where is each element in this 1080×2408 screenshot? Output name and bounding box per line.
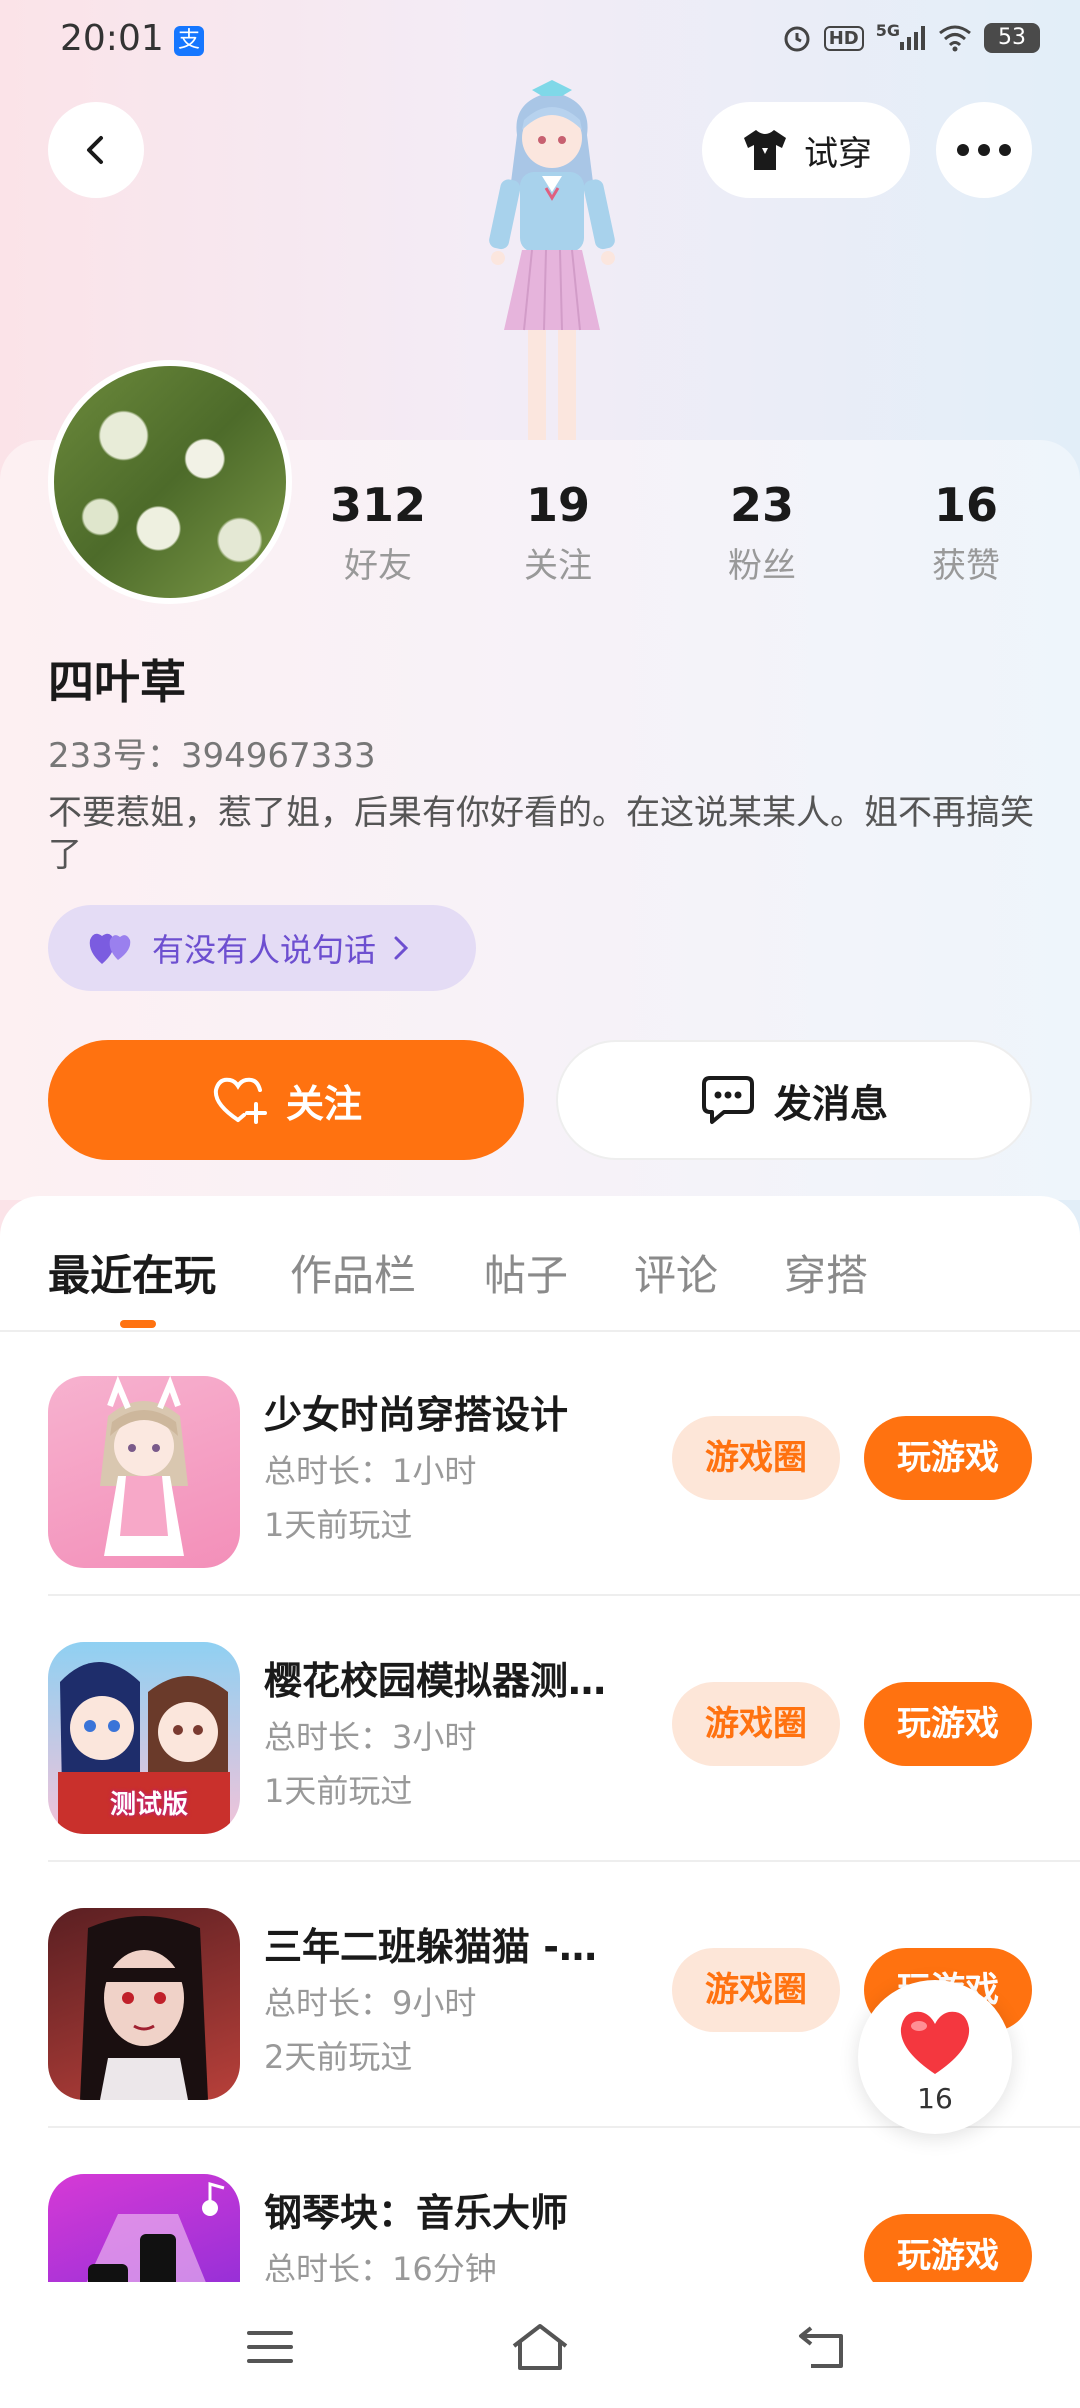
- play-game-button[interactable]: 玩游戏: [864, 1416, 1032, 1500]
- stat-fans[interactable]: 23 粉丝: [682, 478, 842, 587]
- stat-label: 好友: [344, 546, 412, 586]
- game-last-played: 1天前玩过: [264, 1506, 413, 1544]
- stat-label: 关注: [524, 546, 592, 586]
- signal-icon: 5G: [875, 20, 926, 54]
- stat-number: 23: [729, 478, 794, 532]
- alarm-icon: [782, 22, 812, 54]
- active-tab-indicator: [120, 1320, 156, 1328]
- return-icon: [799, 2326, 843, 2368]
- message-label: 发消息: [773, 1081, 888, 1126]
- chat-bubble-icon: [701, 1076, 754, 1124]
- content-tabs: 最近在玩 作品栏 帖子 评论 穿搭: [0, 1196, 1080, 1332]
- game-list-item[interactable]: 少女时尚穿搭设计 总时长：1小时 1天前玩过 游戏圈 玩游戏: [0, 1330, 1080, 1596]
- heart-icon: [900, 2011, 970, 2074]
- game-circle-button[interactable]: 游戏圈: [672, 1682, 840, 1766]
- status-bar: 20:01 支 HD 5G 53: [0, 0, 1080, 84]
- tab-works[interactable]: 作品栏: [290, 1242, 416, 1303]
- stat-number: 16: [933, 478, 998, 532]
- avatar[interactable]: [48, 360, 292, 604]
- game-circle-button[interactable]: 游戏圈: [672, 1948, 840, 2032]
- home-nav-button[interactable]: [500, 2312, 580, 2382]
- status-time: 20:01: [60, 18, 164, 59]
- tab-comments[interactable]: 评论: [634, 1242, 718, 1303]
- tshirt-icon: [744, 130, 786, 170]
- follow-label: 关注: [285, 1081, 362, 1126]
- more-dots-icon: [957, 144, 1011, 156]
- battery-icon: 53: [984, 23, 1040, 53]
- like-float-button[interactable]: 16: [858, 1980, 1012, 2134]
- play-game-button[interactable]: 玩游戏: [864, 1682, 1032, 1766]
- status-icons: HD 5G 53: [782, 20, 1040, 54]
- game-title: 三年二班躲猫猫 -…: [264, 1925, 598, 1969]
- system-navigation-bar: [0, 2282, 1080, 2408]
- game-icon-fashion[interactable]: [48, 1376, 240, 1568]
- game-circle-button[interactable]: 游戏圈: [672, 1416, 840, 1500]
- avatar-figure[interactable]: [462, 80, 642, 440]
- stat-following[interactable]: 19 关注: [478, 478, 638, 587]
- hd-icon: HD: [823, 22, 864, 54]
- double-heart-icon: [89, 933, 131, 964]
- stat-friends[interactable]: 312 好友: [298, 478, 458, 587]
- game-last-played: 1天前玩过: [264, 1772, 413, 1810]
- game-duration: 总时长：9小时: [264, 1984, 477, 2022]
- tab-recent-play[interactable]: 最近在玩: [48, 1242, 216, 1303]
- profile-bio: 不要惹姐，惹了姐，后果有你好看的。在这说某某人。姐不再搞笑了: [48, 793, 1034, 875]
- try-on-label: 试穿: [804, 133, 872, 174]
- message-button[interactable]: 发消息: [556, 1040, 1032, 1160]
- tab-posts[interactable]: 帖子: [484, 1242, 568, 1303]
- game-duration: 总时长：1小时: [264, 1452, 477, 1490]
- game-title: 钢琴块：音乐大师: [264, 2191, 569, 2235]
- mood-status-button[interactable]: 有没有人说句话: [48, 905, 476, 991]
- test-version-badge: 测试版: [110, 1790, 189, 1820]
- stat-number: 312: [329, 478, 427, 532]
- mood-label: 有没有人说句话: [152, 931, 377, 969]
- game-list-item[interactable]: 钢琴块：音乐大师 总时长：16分钟 玩游戏: [0, 2128, 1080, 2282]
- tab-outfits[interactable]: 穿搭: [784, 1242, 868, 1303]
- profile-uid: 233号：394967333: [48, 736, 376, 776]
- game-icon-hide-seek[interactable]: [48, 1908, 240, 2100]
- game-title: 樱花校园模拟器测…: [264, 1659, 607, 1703]
- try-on-button[interactable]: 试穿: [702, 102, 910, 198]
- follow-button[interactable]: 关注: [48, 1040, 524, 1160]
- heart-plus-icon: [213, 1077, 267, 1124]
- game-duration: 总时长：3小时: [264, 1718, 477, 1756]
- home-icon: [512, 2324, 568, 2370]
- game-list-item[interactable]: 测试版 樱花校园模拟器测… 总时长：3小时 1天前玩过 游戏圈 玩游戏: [0, 1596, 1080, 1862]
- game-icon-piano[interactable]: [48, 2174, 240, 2282]
- stat-label: 获赞: [932, 546, 1000, 586]
- back-nav-button[interactable]: [784, 2312, 864, 2382]
- back-chevron-icon: [87, 136, 103, 164]
- profile-name: 四叶草: [48, 655, 186, 709]
- chevron-right-icon: [394, 936, 409, 960]
- wifi-icon: [938, 22, 972, 54]
- game-icon-sakura[interactable]: 测试版: [48, 1642, 240, 1834]
- network-label: 5G: [875, 20, 900, 40]
- alipay-icon: 支: [174, 26, 204, 56]
- more-button[interactable]: [936, 102, 1032, 198]
- menu-nav-button[interactable]: [230, 2312, 310, 2382]
- menu-icon: [247, 2331, 293, 2363]
- hd-label: HD: [823, 25, 864, 51]
- back-button[interactable]: [48, 102, 144, 198]
- stat-number: 19: [525, 478, 590, 532]
- play-game-button[interactable]: 玩游戏: [864, 2214, 1032, 2282]
- game-title: 少女时尚穿搭设计: [264, 1393, 569, 1437]
- game-last-played: 2天前玩过: [264, 2038, 413, 2076]
- stat-label: 粉丝: [728, 546, 796, 586]
- game-duration: 总时长：16分钟: [264, 2250, 497, 2282]
- like-count: 16: [917, 2082, 953, 2115]
- stat-likes[interactable]: 16 获赞: [886, 478, 1046, 587]
